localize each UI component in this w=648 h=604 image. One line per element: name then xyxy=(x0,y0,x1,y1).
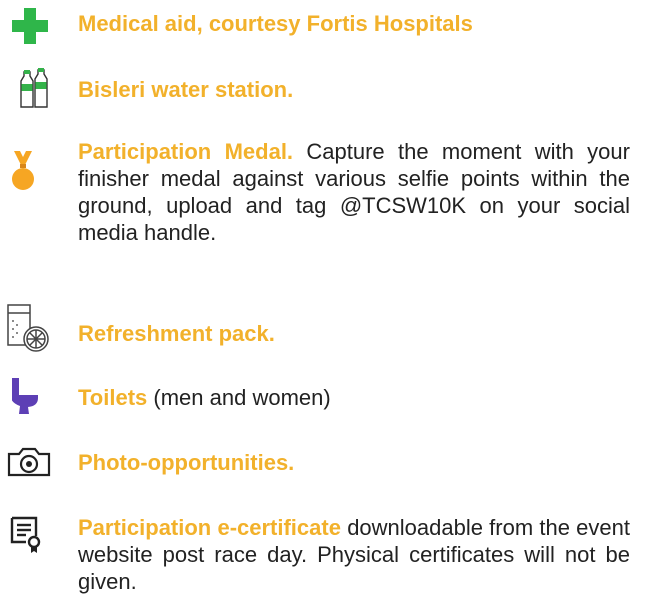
water-station-text: Bisleri water station. xyxy=(78,76,630,103)
medal-text: Participation Medal. Capture the moment … xyxy=(78,138,630,246)
refreshment-title: Refreshment pack. xyxy=(78,321,275,346)
water-station-title: Bisleri water station. xyxy=(78,77,294,102)
certificate-title: Participation e-certificate xyxy=(78,515,341,540)
medical-aid-title: Medical aid, courtesy Fortis Hospitals xyxy=(78,11,473,36)
toilet-icon xyxy=(11,378,38,419)
refreshment-icon xyxy=(6,303,50,360)
certificate-text: Participation e-certificate downloadable… xyxy=(78,514,630,595)
medical-aid-text: Medical aid, courtesy Fortis Hospitals xyxy=(78,10,630,37)
toilets-description: (men and women) xyxy=(153,385,331,410)
toilets-text: Toilets (men and women) xyxy=(78,384,630,411)
refreshment-text: Refreshment pack. xyxy=(78,320,630,347)
camera-icon xyxy=(6,446,52,483)
certificate-icon xyxy=(10,516,42,559)
photo-title: Photo-opportunities. xyxy=(78,450,295,475)
water-bottles-icon xyxy=(18,68,52,115)
medical-cross-icon xyxy=(12,8,48,49)
photo-text: Photo-opportunities. xyxy=(78,449,630,476)
medal-title: Participation Medal. xyxy=(78,139,294,164)
toilets-title: Toilets xyxy=(78,385,148,410)
medal-icon xyxy=(8,151,38,196)
